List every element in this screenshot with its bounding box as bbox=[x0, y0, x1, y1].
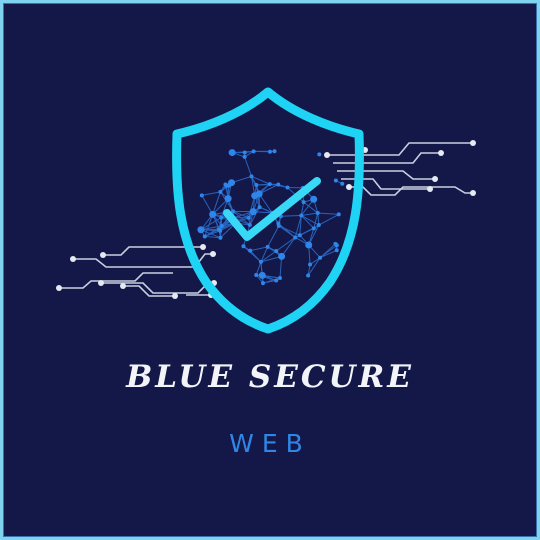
network-node bbox=[209, 210, 217, 218]
network-link bbox=[249, 250, 262, 263]
network-node bbox=[305, 241, 313, 249]
network-node bbox=[276, 182, 281, 187]
network-node bbox=[297, 233, 302, 238]
network-node bbox=[228, 179, 236, 187]
network-node bbox=[318, 255, 323, 260]
network-node bbox=[219, 223, 224, 228]
network-node bbox=[218, 235, 223, 240]
network-node bbox=[276, 221, 281, 226]
network-node bbox=[274, 278, 279, 283]
network-node bbox=[293, 235, 298, 240]
brand-title: BLUE SECURE bbox=[126, 359, 414, 395]
network-node bbox=[315, 210, 320, 215]
network-node bbox=[265, 244, 270, 249]
network-link bbox=[201, 191, 221, 196]
network-node bbox=[202, 234, 207, 239]
network-node bbox=[242, 150, 247, 155]
network-node bbox=[316, 223, 321, 228]
network-node bbox=[277, 275, 282, 280]
network-link bbox=[317, 212, 339, 215]
network-link bbox=[318, 213, 339, 226]
network-node bbox=[258, 271, 266, 279]
network-node bbox=[334, 243, 339, 248]
network-link bbox=[244, 156, 252, 177]
network-link bbox=[301, 212, 318, 216]
check-icon bbox=[223, 177, 321, 241]
network-node bbox=[267, 182, 272, 187]
network-link bbox=[267, 225, 280, 248]
network-node bbox=[254, 272, 259, 277]
network-node bbox=[340, 181, 345, 186]
network-node bbox=[224, 195, 232, 203]
network-node bbox=[261, 281, 266, 286]
network-node bbox=[223, 182, 228, 187]
network-node bbox=[285, 185, 290, 190]
network-node bbox=[251, 192, 259, 200]
network-node bbox=[258, 259, 263, 264]
network-link bbox=[278, 223, 296, 238]
network-node bbox=[248, 248, 253, 253]
network-node bbox=[247, 222, 252, 227]
network-node bbox=[317, 152, 322, 157]
network-node bbox=[301, 200, 306, 205]
network-node bbox=[272, 149, 277, 154]
network-node bbox=[333, 178, 338, 183]
network-node bbox=[308, 262, 313, 267]
network-node bbox=[267, 149, 272, 154]
network-link bbox=[250, 246, 268, 252]
network-node bbox=[311, 226, 316, 231]
network-node bbox=[199, 193, 204, 198]
network-node bbox=[242, 154, 247, 159]
network-node bbox=[218, 228, 223, 233]
network-link bbox=[275, 237, 296, 252]
network-node bbox=[278, 252, 286, 260]
network-node bbox=[246, 215, 251, 220]
network-node bbox=[219, 215, 224, 220]
network-node bbox=[241, 244, 246, 249]
network-node bbox=[257, 205, 262, 210]
network-node bbox=[197, 226, 205, 234]
network-node bbox=[249, 174, 254, 179]
network-node bbox=[249, 208, 257, 216]
network-node bbox=[274, 249, 279, 254]
logo-canvas: BLUE SECURE WEB bbox=[0, 0, 540, 540]
network-node bbox=[310, 195, 318, 203]
network-node bbox=[228, 149, 236, 157]
network-node bbox=[336, 212, 341, 217]
network-node bbox=[218, 189, 223, 194]
network-link bbox=[300, 215, 315, 229]
network-node bbox=[299, 213, 304, 218]
brand-subtitle: WEB bbox=[229, 429, 311, 458]
network-node bbox=[306, 273, 311, 278]
network-node bbox=[251, 149, 256, 154]
network-node bbox=[334, 248, 339, 253]
network-link bbox=[280, 214, 302, 217]
network-node bbox=[254, 183, 259, 188]
